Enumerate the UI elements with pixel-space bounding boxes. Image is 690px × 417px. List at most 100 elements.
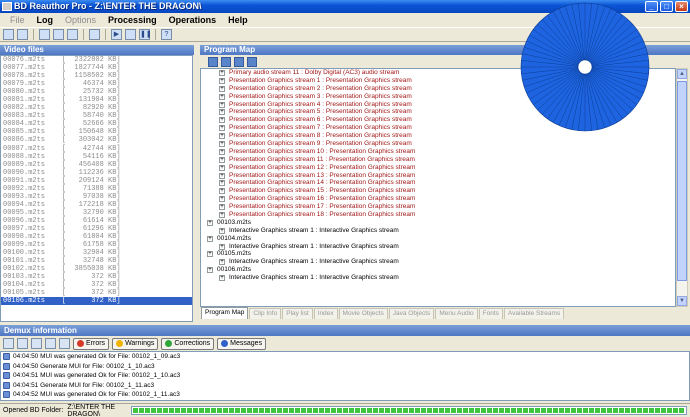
- save-log-icon[interactable]: [45, 338, 56, 349]
- menu-log[interactable]: Log: [31, 13, 60, 27]
- save-icon[interactable]: [53, 29, 64, 40]
- expand-icon[interactable]: +: [219, 204, 225, 211]
- save-icon[interactable]: [247, 56, 257, 67]
- copy-icon[interactable]: [17, 338, 28, 349]
- tab-java-objects[interactable]: Java Objects: [388, 308, 435, 319]
- tree-node-stream[interactable]: + Interactive Graphics stream 1 : Interac…: [201, 243, 675, 251]
- corrections-button[interactable]: Corrections: [161, 337, 215, 350]
- menu-help[interactable]: Help: [222, 13, 254, 27]
- file-list-item[interactable]: 00097.m2ts [ 61296 KB]: [1, 225, 192, 233]
- tree-node-stream[interactable]: + Presentation Graphics stream 15 : Prese…: [201, 187, 675, 195]
- play-icon[interactable]: ▶: [111, 29, 122, 40]
- expand-icon[interactable]: +: [207, 235, 213, 242]
- new-icon[interactable]: [3, 29, 14, 40]
- file-list-item[interactable]: 00082.m2ts [ 82920 KB]: [1, 104, 192, 112]
- file-list-item[interactable]: 00091.m2ts [ 209124 KB]: [1, 177, 192, 185]
- process-icon[interactable]: [125, 29, 136, 40]
- file-list-item[interactable]: 00092.m2ts [ 71388 KB]: [1, 185, 192, 193]
- tree-node-stream[interactable]: + Presentation Graphics stream 17 : Prese…: [201, 203, 675, 211]
- tree-node-stream[interactable]: + Presentation Graphics stream 13 : Prese…: [201, 172, 675, 180]
- help-icon[interactable]: ?: [161, 29, 172, 40]
- tab-play-list[interactable]: Play list: [282, 308, 313, 319]
- tab-index[interactable]: Index: [313, 308, 338, 319]
- expand-icon[interactable]: +: [219, 196, 225, 203]
- menu-file[interactable]: File: [4, 13, 31, 27]
- tab-menu-audio[interactable]: Menu Audio: [435, 308, 478, 319]
- file-list-item[interactable]: 00093.m2ts [ 97038 KB]: [1, 193, 192, 201]
- expand-icon[interactable]: +: [219, 148, 225, 155]
- cut-icon[interactable]: [3, 338, 14, 349]
- pause-icon[interactable]: ❚❚: [139, 29, 152, 40]
- file-list-item[interactable]: 00081.m2ts [ 131904 KB]: [1, 96, 192, 104]
- search-icon[interactable]: [89, 29, 100, 40]
- file-list-item[interactable]: 00094.m2ts [ 172218 KB]: [1, 201, 192, 209]
- messages-button[interactable]: Messages: [217, 337, 267, 350]
- file-list-item[interactable]: 00104.m2ts [ 372 KB]: [1, 281, 192, 289]
- tree-node-file[interactable]: +00106.m2ts: [201, 266, 675, 274]
- expand-icon[interactable]: +: [219, 259, 225, 266]
- demux-log[interactable]: 04:04:50 MUI was generated Ok for File: …: [0, 351, 690, 401]
- file-list-item[interactable]: 00098.m2ts [ 61804 KB]: [1, 233, 192, 241]
- file-list-item[interactable]: 00085.m2ts [ 150648 KB]: [1, 128, 192, 136]
- expand-icon[interactable]: +: [219, 77, 225, 84]
- tab-program-map[interactable]: Program Map: [201, 307, 249, 319]
- panel-splitter[interactable]: [194, 45, 199, 322]
- tree-node-stream[interactable]: + Presentation Graphics stream 9 : Presen…: [201, 140, 675, 148]
- file-list-item[interactable]: 00087.m2ts [ 42744 KB]: [1, 145, 192, 153]
- expand-icon[interactable]: +: [219, 243, 225, 250]
- close-button[interactable]: ×: [675, 1, 688, 12]
- tree-node-stream[interactable]: + Interactive Graphics stream 1 : Interac…: [201, 274, 675, 282]
- expand-icon[interactable]: +: [219, 275, 225, 282]
- expand-icon[interactable]: +: [219, 93, 225, 100]
- file-list-item[interactable]: 00086.m2ts [ 303042 KB]: [1, 136, 192, 144]
- expand-icon[interactable]: +: [219, 180, 225, 187]
- file-list-item[interactable]: 00105.m2ts [ 372 KB]: [1, 289, 192, 297]
- file-list-item[interactable]: 00099.m2ts [ 61758 KB]: [1, 241, 192, 249]
- video-files-list[interactable]: 00076.m2ts [ 2322802 KB] 00077.m2ts [ 182…: [0, 55, 193, 322]
- scroll-up-icon[interactable]: ▲: [677, 69, 687, 79]
- tree-node-file[interactable]: +00105.m2ts: [201, 250, 675, 258]
- copy-icon[interactable]: [234, 56, 244, 67]
- file-list-item[interactable]: 00106.m2ts [ 372 KB]: [1, 297, 192, 306]
- tree-node-stream[interactable]: + Presentation Graphics stream 12 : Prese…: [201, 164, 675, 172]
- expand-icon[interactable]: +: [219, 212, 225, 219]
- file-list-item[interactable]: 00096.m2ts [ 61614 KB]: [1, 217, 192, 225]
- tree-node-file[interactable]: +00104.m2ts: [201, 235, 675, 243]
- stop-icon[interactable]: [59, 338, 70, 349]
- expand-icon[interactable]: +: [219, 141, 225, 148]
- expand-icon[interactable]: +: [207, 219, 213, 226]
- file-list-item[interactable]: 00101.m2ts [ 32748 KB]: [1, 257, 192, 265]
- tab-clip-info[interactable]: Clip Info: [249, 308, 282, 319]
- file-list-item[interactable]: 00079.m2ts [ 46374 KB]: [1, 80, 192, 88]
- file-list-item[interactable]: 00100.m2ts [ 32904 KB]: [1, 249, 192, 257]
- errors-button[interactable]: Errors: [73, 337, 110, 350]
- scroll-down-icon[interactable]: ▼: [677, 296, 687, 306]
- maximize-button[interactable]: □: [660, 1, 673, 12]
- file-list-item[interactable]: 00083.m2ts [ 58740 KB]: [1, 112, 192, 120]
- open-folder-icon[interactable]: [17, 29, 28, 40]
- expand-icon[interactable]: +: [219, 70, 225, 76]
- tree-node-stream[interactable]: + Presentation Graphics stream 8 : Presen…: [201, 132, 675, 140]
- clear-icon[interactable]: [31, 338, 42, 349]
- menu-processing[interactable]: Processing: [102, 13, 163, 27]
- file-list-item[interactable]: 00078.m2ts [ 1158502 KB]: [1, 72, 192, 80]
- tab-available-streams[interactable]: Available Streams: [503, 308, 565, 319]
- file-list-item[interactable]: 00089.m2ts [ 456408 KB]: [1, 161, 192, 169]
- expand-icon[interactable]: +: [219, 117, 225, 124]
- tree-node-stream[interactable]: + Interactive Graphics stream 1 : Interac…: [201, 227, 675, 235]
- menu-operations[interactable]: Operations: [163, 13, 223, 27]
- file-list-item[interactable]: 00080.m2ts [ 25732 KB]: [1, 88, 192, 96]
- tab-fonts[interactable]: Fonts: [478, 308, 503, 319]
- tree-node-stream[interactable]: + Interactive Graphics stream 1 : Interac…: [201, 258, 675, 266]
- tab-movie-objects[interactable]: Movie Objects: [338, 308, 388, 319]
- program-map-scrollbar[interactable]: ▲ ▼: [676, 68, 688, 307]
- file-list-item[interactable]: 00102.m2ts [ 3855038 KB]: [1, 265, 192, 273]
- tree-node-file[interactable]: +00103.m2ts: [201, 219, 675, 227]
- warnings-button[interactable]: Warnings: [112, 337, 159, 350]
- collapse-all-icon[interactable]: [221, 56, 231, 67]
- file-list-item[interactable]: 00090.m2ts [ 112236 KB]: [1, 169, 192, 177]
- file-list-item[interactable]: 00076.m2ts [ 2322802 KB]: [1, 56, 192, 64]
- expand-all-icon[interactable]: [208, 56, 218, 67]
- expand-icon[interactable]: +: [219, 101, 225, 108]
- tree-node-stream[interactable]: + Presentation Graphics stream 14 : Prese…: [201, 179, 675, 187]
